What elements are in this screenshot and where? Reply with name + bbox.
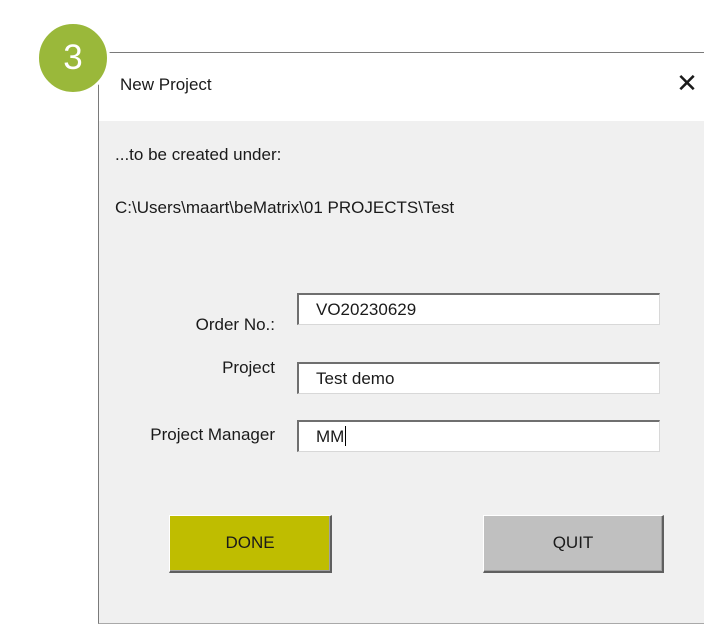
close-icon[interactable]: ✕: [669, 65, 704, 101]
step-number-badge: 3: [36, 21, 110, 95]
project-manager-input[interactable]: MM: [297, 420, 660, 452]
project-input[interactable]: Test demo: [297, 362, 660, 394]
project-manager-value: MM: [316, 427, 345, 446]
dialog-titlebar: New Project ✕: [99, 53, 704, 121]
quit-button[interactable]: QUIT: [483, 515, 664, 573]
order-number-label: Order No.:: [195, 315, 275, 334]
done-button[interactable]: DONE: [169, 515, 332, 573]
project-path: C:\Users\maart\beMatrix\01 PROJECTS\Test: [115, 198, 455, 217]
created-under-label: ...to be created under:: [115, 145, 282, 164]
order-number-input[interactable]: VO20230629: [297, 293, 660, 325]
new-project-dialog: New Project ✕ ...to be created under: C:…: [98, 52, 704, 624]
project-label: Project: [222, 358, 275, 377]
project-manager-label: Project Manager: [150, 425, 275, 444]
text-caret: [345, 426, 347, 446]
dialog-title: New Project: [120, 75, 212, 94]
